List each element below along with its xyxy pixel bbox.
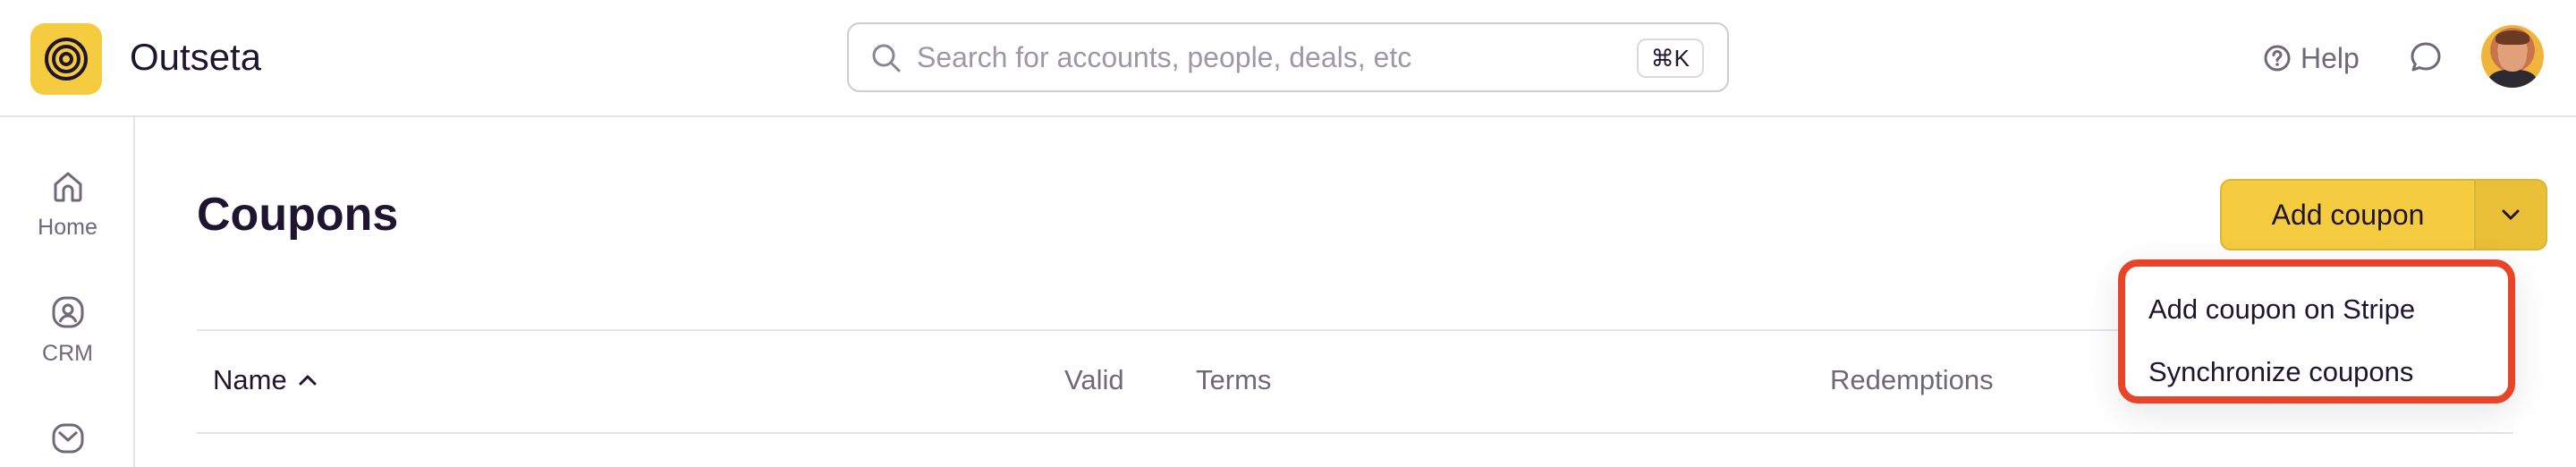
help-button[interactable]: Help — [2263, 36, 2360, 81]
help-circle-icon — [2264, 45, 2291, 72]
global-search[interactable]: ⌘K — [847, 22, 1729, 92]
outseta-logo-icon[interactable] — [30, 23, 102, 95]
sidebar-item-crm[interactable]: CRM — [0, 293, 135, 367]
sidebar-item-mail[interactable] — [0, 418, 135, 466]
sort-ascending-icon — [299, 375, 317, 386]
sidebar-item-label: Home — [38, 215, 97, 240]
sidebar-nav: Home CRM — [0, 117, 135, 467]
add-coupon-split-button: Add coupon — [2220, 179, 2547, 250]
top-bar: Outseta ⌘K Help — [0, 0, 2576, 117]
add-coupon-button[interactable]: Add coupon — [2220, 179, 2474, 250]
column-header-terms[interactable]: Terms — [1196, 362, 1271, 398]
home-icon — [54, 172, 81, 202]
table-header-divider — [197, 432, 2513, 434]
add-coupon-dropdown-menu: Add coupon on Stripe Synchronize coupons — [2118, 259, 2515, 403]
search-shortcut-badge: ⌘K — [1636, 38, 1704, 78]
column-header-redemptions[interactable]: Redemptions — [1830, 362, 1994, 398]
page-title: Coupons — [197, 189, 399, 241]
column-header-label: Name — [213, 364, 287, 395]
add-coupon-menu-toggle[interactable] — [2474, 179, 2547, 250]
column-header-name[interactable]: Name — [213, 362, 319, 398]
search-icon — [872, 44, 901, 72]
help-label: Help — [2301, 41, 2360, 74]
sidebar-item-label: CRM — [42, 341, 93, 366]
column-header-valid[interactable]: Valid — [1064, 362, 1124, 398]
mail-icon — [52, 423, 83, 454]
crm-icon — [52, 296, 83, 328]
menu-item-synchronize-coupons[interactable]: Synchronize coupons — [2148, 354, 2413, 390]
sidebar-item-home[interactable]: Home — [0, 166, 135, 241]
app-title: Outseta — [130, 36, 262, 78]
user-avatar[interactable] — [2481, 25, 2544, 88]
menu-item-add-coupon-on-stripe[interactable]: Add coupon on Stripe — [2148, 292, 2415, 327]
chat-bubble-icon[interactable] — [2408, 39, 2444, 75]
search-input[interactable] — [917, 37, 1579, 78]
chevron-down-icon — [2502, 209, 2520, 220]
